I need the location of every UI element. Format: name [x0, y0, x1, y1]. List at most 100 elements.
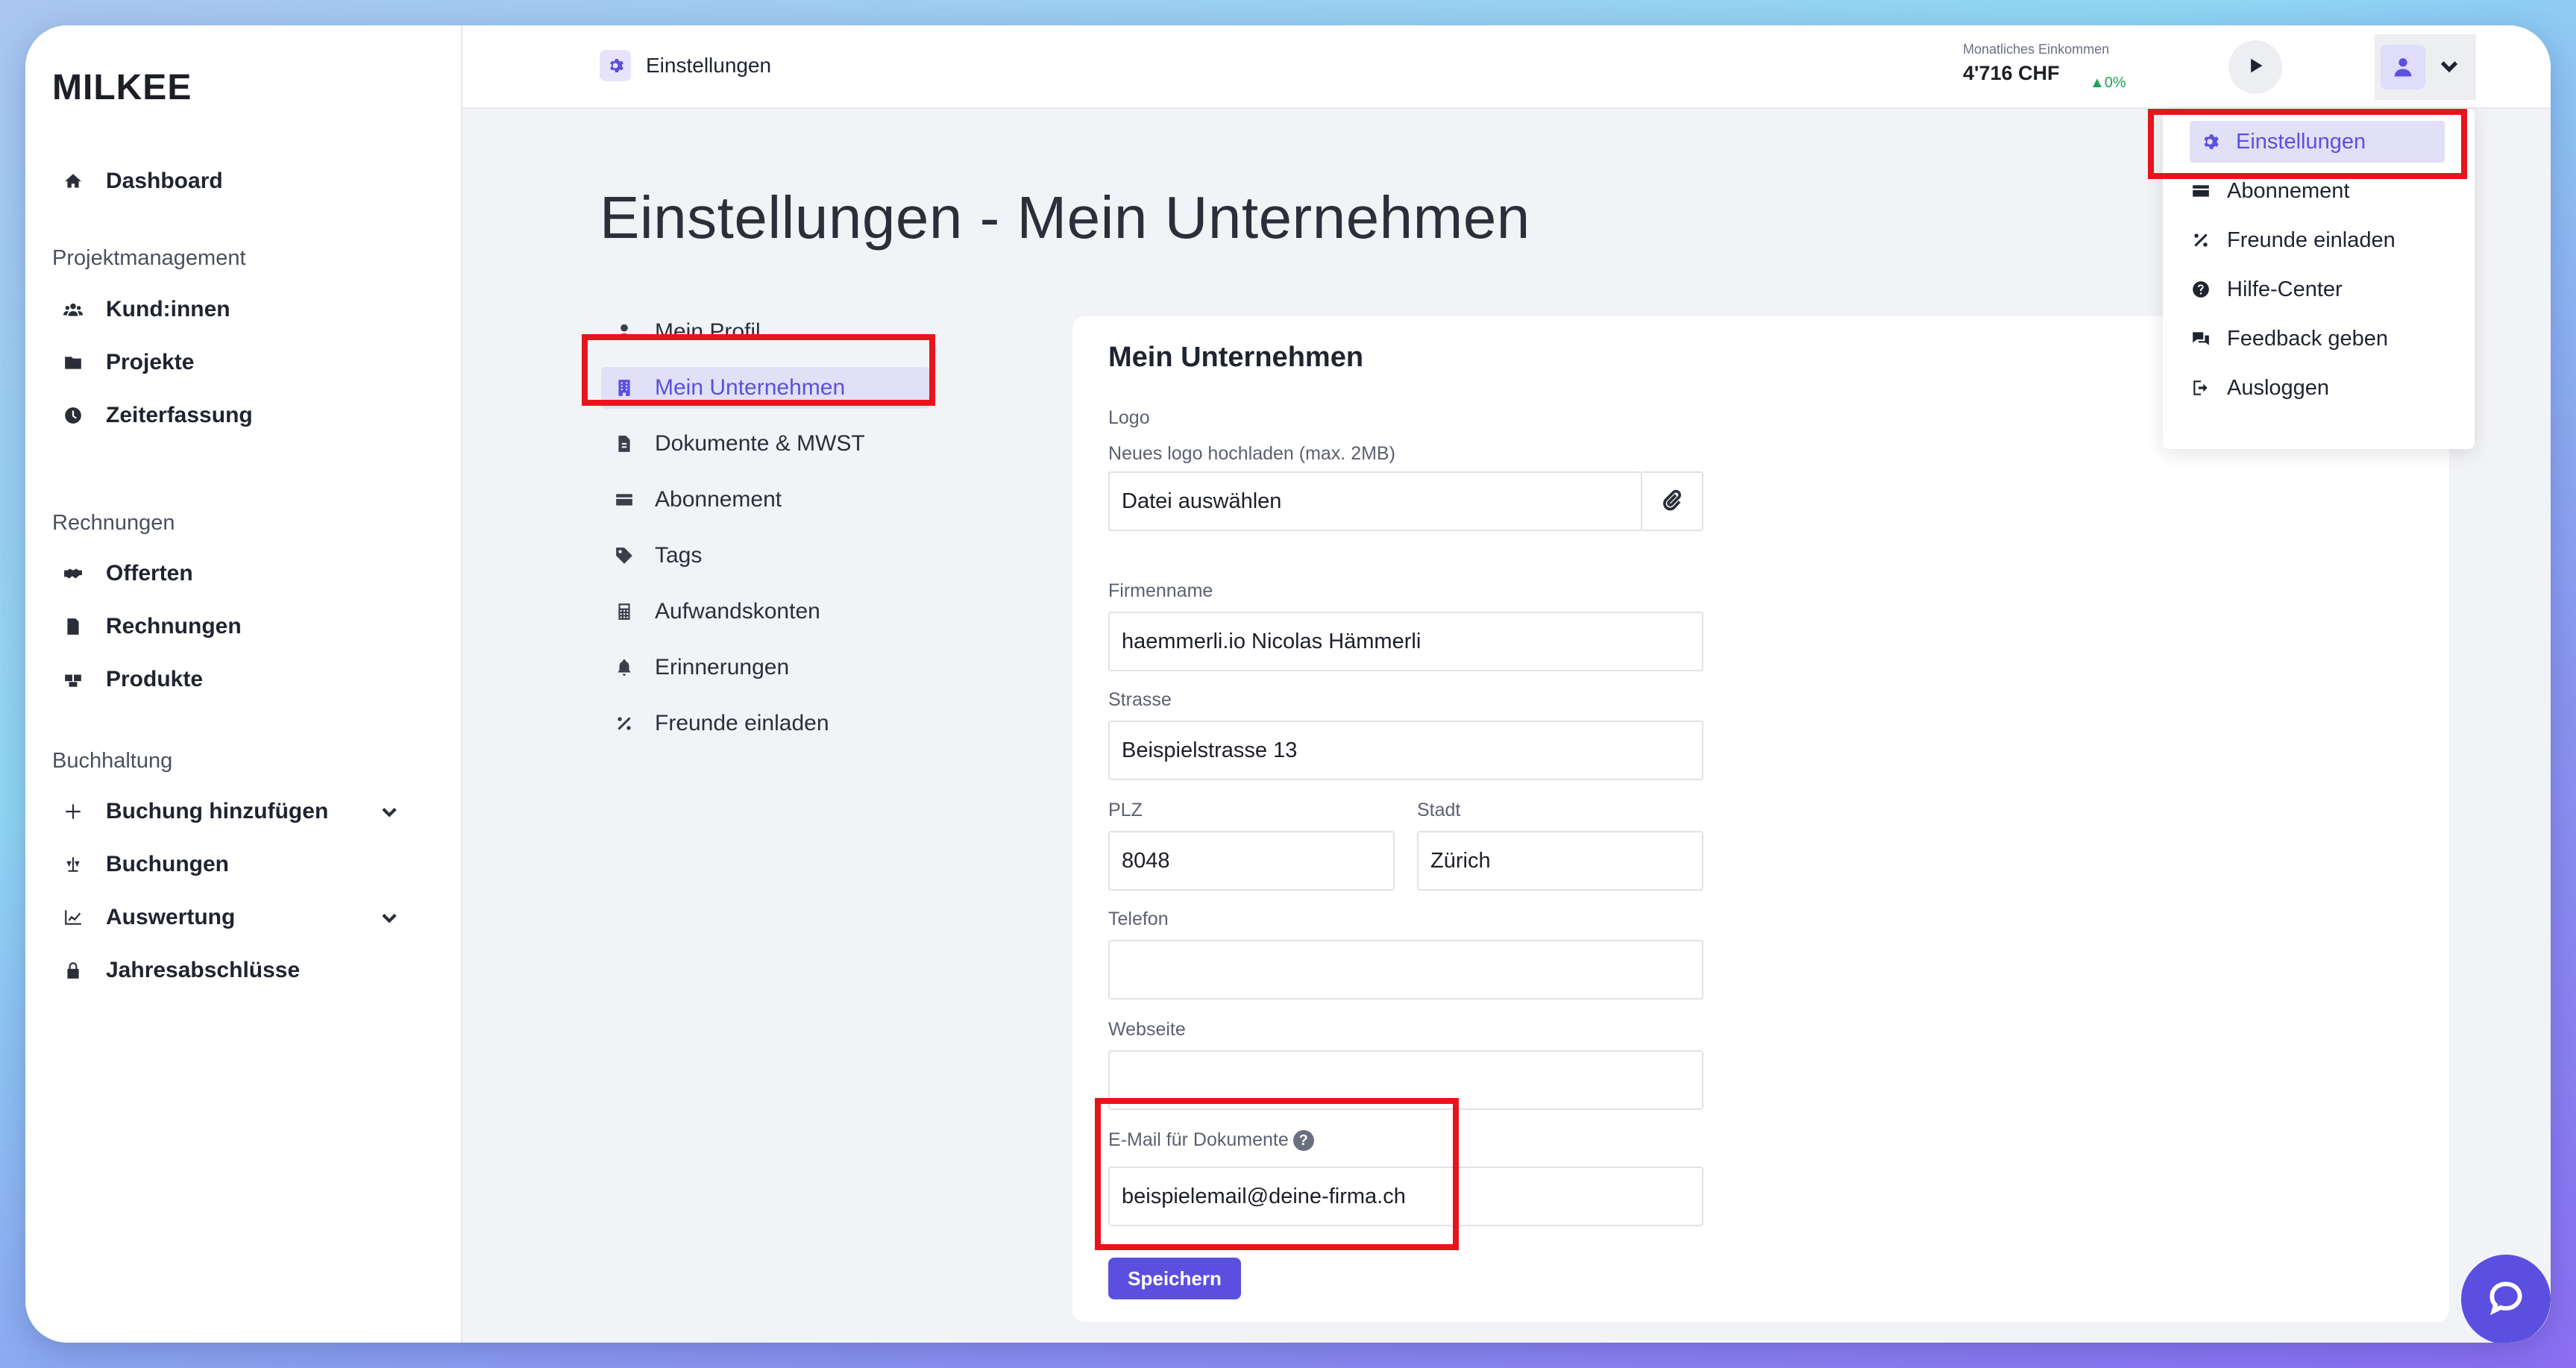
- settings-nav-aufwandskonten[interactable]: Aufwandskonten: [612, 591, 820, 633]
- plz-label: PLZ: [1108, 800, 1143, 821]
- menu-item-label: Abonnement: [2227, 178, 2350, 203]
- menu-item-label: Hilfe-Center: [2227, 277, 2343, 301]
- users-icon: [60, 296, 87, 323]
- calculator-icon: [612, 602, 637, 621]
- sidebar: MILKEE Dashboard Projektmanagement Kund:…: [25, 25, 462, 1343]
- menu-item-hilfe[interactable]: Hilfe-Center: [2190, 269, 2343, 310]
- user-menu-button[interactable]: [2375, 34, 2476, 100]
- save-button[interactable]: Speichern: [1108, 1258, 1241, 1299]
- play-icon: [2245, 55, 2266, 80]
- section-title-rechnungen: Rechnungen: [52, 511, 175, 535]
- sidebar-item-label: Rechnungen: [106, 614, 242, 638]
- income-value: 4'716 CHF: [1963, 62, 2060, 84]
- sidebar-item-produkte[interactable]: Produkte: [52, 659, 203, 700]
- settings-nav-abonnement[interactable]: Abonnement: [612, 479, 782, 521]
- income-label: Monatliches Einkommen: [1963, 42, 2110, 57]
- settings-nav-label: Aufwandskonten: [655, 599, 820, 624]
- income-change: ▲0%: [2090, 75, 2126, 91]
- sidebar-item-buchung-hinzufuegen[interactable]: Buchung hinzufügen: [52, 791, 328, 832]
- sidebar-item-jahresabschluesse[interactable]: Jahresabschlüsse: [52, 950, 300, 991]
- sidebar-item-label: Auswertung: [106, 905, 236, 929]
- form-title: Mein Unternehmen: [1108, 342, 1364, 373]
- sidebar-item-label: Projekte: [106, 350, 195, 374]
- line-chart-icon: [60, 904, 87, 931]
- stadt-field[interactable]: Zürich: [1417, 831, 1703, 891]
- telefon-label: Telefon: [1108, 909, 1169, 929]
- chevron-down-icon[interactable]: [379, 801, 400, 822]
- settings-nav-erinnerungen[interactable]: Erinnerungen: [612, 647, 789, 688]
- sidebar-item-label: Jahresabschlüsse: [106, 958, 301, 982]
- app-window: MILKEE Dashboard Projektmanagement Kund:…: [25, 25, 2551, 1343]
- settings-nav-freunde[interactable]: Freunde einladen: [612, 703, 829, 744]
- menu-item-feedback[interactable]: Feedback geben: [2190, 318, 2388, 360]
- sidebar-item-rechnungen[interactable]: Rechnungen: [52, 606, 242, 647]
- settings-nav-tags[interactable]: Tags: [612, 535, 702, 577]
- topbar: Einstellungen Monatliches Einkommen 4'71…: [462, 25, 2551, 109]
- settings-nav-label: Erinnerungen: [655, 655, 790, 680]
- telefon-field[interactable]: [1108, 940, 1703, 1000]
- sidebar-item-label: Offerten: [106, 561, 193, 586]
- settings-nav-dokumente[interactable]: Dokumente & MWST: [612, 423, 865, 465]
- menu-item-label: Feedback geben: [2227, 326, 2389, 351]
- sidebar-item-zeiterfassung[interactable]: Zeiterfassung: [52, 395, 253, 436]
- attach-button[interactable]: [1642, 471, 1703, 531]
- sidebar-item-offerten[interactable]: Offerten: [52, 553, 193, 594]
- monthly-income: Monatliches Einkommen 4'716 CHF ▲0%: [1963, 42, 2126, 91]
- plus-icon: [60, 798, 87, 825]
- sidebar-item-dashboard[interactable]: Dashboard: [52, 160, 223, 202]
- logo-file-input[interactable]: Datei auswählen: [1108, 471, 1642, 531]
- stadt-label: Stadt: [1417, 800, 1461, 821]
- question-circle-icon: [2190, 280, 2212, 299]
- home-icon: [60, 168, 87, 195]
- plz-field[interactable]: 8048: [1108, 831, 1395, 891]
- settings-nav-label: Dokumente & MWST: [655, 431, 865, 456]
- chevron-down-icon: [2437, 54, 2461, 81]
- app-logo[interactable]: MILKEE: [52, 67, 192, 108]
- percent-icon: [612, 714, 637, 733]
- sidebar-item-kunden[interactable]: Kund:innen: [52, 289, 230, 330]
- lock-icon: [60, 957, 87, 984]
- sidebar-item-buchungen[interactable]: Buchungen: [52, 844, 229, 885]
- page-title: Einstellungen - Mein Unternehmen: [600, 184, 1530, 251]
- settings-nav-label: Freunde einladen: [655, 711, 829, 735]
- chat-bubble-icon: [2485, 1277, 2527, 1322]
- logo-upload-label: Neues logo hochladen (max. 2MB): [1108, 443, 1395, 464]
- menu-item-label: Ausloggen: [2227, 375, 2330, 400]
- menu-item-freunde[interactable]: Freunde einladen: [2190, 219, 2396, 261]
- highlight-frame-email: [1095, 1098, 1459, 1250]
- breadcrumb: Einstellungen: [600, 50, 771, 81]
- credit-card-icon: [612, 490, 637, 509]
- invoice-icon: [60, 613, 87, 640]
- menu-item-ausloggen[interactable]: Ausloggen: [2190, 367, 2329, 409]
- settings-nav-label: Abonnement: [655, 487, 782, 512]
- folder-icon: [60, 349, 87, 376]
- highlight-frame-settings-nav: [582, 334, 935, 406]
- settings-nav-label: Tags: [655, 543, 703, 568]
- sidebar-item-auswertung[interactable]: Auswertung: [52, 897, 235, 938]
- sidebar-item-label: Zeiterfassung: [106, 403, 253, 427]
- credit-card-icon: [2190, 181, 2212, 201]
- logout-icon: [2190, 378, 2212, 398]
- gear-icon: [600, 50, 631, 81]
- chat-button[interactable]: [2461, 1255, 2551, 1343]
- highlight-frame-dropdown: [2148, 109, 2467, 179]
- bell-icon: [612, 658, 637, 677]
- strasse-field[interactable]: Beispielstrasse 13: [1108, 721, 1703, 780]
- play-button[interactable]: [2228, 40, 2282, 94]
- firmenname-label: Firmenname: [1108, 580, 1213, 601]
- firmenname-field[interactable]: haemmerli.io Nicolas Hämmerli: [1108, 612, 1703, 671]
- sidebar-item-label: Dashboard: [106, 169, 223, 193]
- breadcrumb-label[interactable]: Einstellungen: [646, 54, 771, 78]
- section-title-projektmanagement: Projektmanagement: [52, 246, 246, 270]
- percent-icon: [2190, 230, 2212, 250]
- menu-item-label: Freunde einladen: [2227, 228, 2396, 252]
- comments-icon: [2190, 329, 2212, 348]
- user-avatar-icon: [2381, 45, 2425, 90]
- sidebar-item-label: Produkte: [106, 667, 204, 691]
- boxes-icon: [60, 666, 87, 693]
- chevron-down-icon[interactable]: [379, 907, 400, 928]
- scale-icon: [60, 851, 87, 878]
- paperclip-icon: [1661, 489, 1683, 515]
- document-icon: [612, 434, 637, 454]
- sidebar-item-projekte[interactable]: Projekte: [52, 342, 194, 383]
